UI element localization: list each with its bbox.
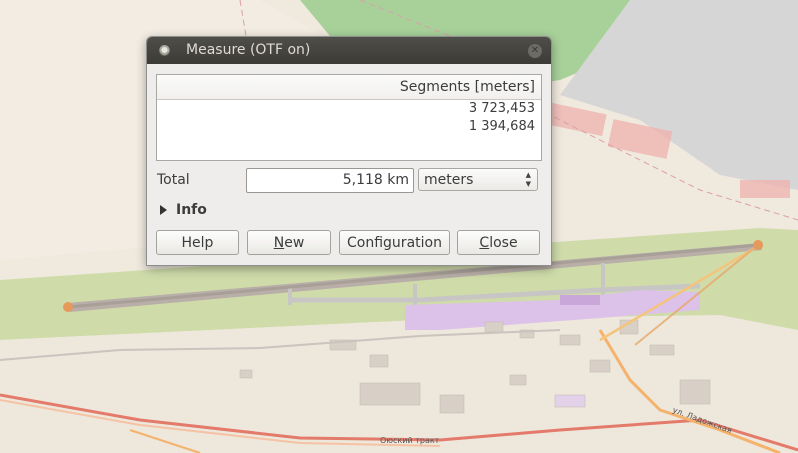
- unit-select-value: meters: [424, 172, 474, 188]
- new-button-label: ew: [284, 235, 305, 251]
- restricted-zone: [740, 180, 790, 198]
- app-icon: [159, 45, 170, 56]
- configuration-button[interactable]: Configuration: [339, 230, 450, 255]
- close-button-label: lose: [489, 235, 518, 251]
- table-row[interactable]: 3 723,453: [157, 100, 541, 118]
- close-button-mnemonic: C: [479, 235, 490, 251]
- new-button[interactable]: New: [247, 230, 331, 255]
- info-toggle[interactable]: Info: [160, 202, 207, 218]
- terminal-building: [560, 295, 600, 305]
- close-button[interactable]: Close: [457, 230, 540, 255]
- close-icon[interactable]: ✕: [528, 44, 542, 58]
- total-label: Total: [157, 172, 190, 188]
- measure-point: [63, 302, 73, 312]
- info-label: Info: [176, 202, 207, 218]
- map-label-road: Оюский тракт: [380, 436, 440, 445]
- spin-arrows-icon: ▲ ▼: [525, 171, 531, 188]
- table-row[interactable]: 1 394,684: [157, 118, 541, 136]
- unit-select[interactable]: meters ▲ ▼: [418, 168, 538, 191]
- new-button-mnemonic: N: [273, 235, 285, 251]
- dialog-titlebar[interactable]: Measure (OTF on) ✕: [147, 37, 551, 64]
- expand-triangle-icon: [160, 205, 167, 215]
- segments-column-header[interactable]: Segments [meters]: [157, 75, 541, 100]
- help-button[interactable]: Help: [156, 230, 239, 255]
- dialog-title: Measure (OTF on): [186, 42, 311, 58]
- configuration-button-label: Configuration: [347, 235, 442, 251]
- total-field[interactable]: 5,118 km: [246, 168, 414, 193]
- measure-point: [753, 240, 763, 250]
- segments-table[interactable]: Segments [meters] 3 723,453 1 394,684: [156, 74, 542, 161]
- help-button-label: Help: [181, 235, 214, 251]
- measure-dialog: Measure (OTF on) ✕ Segments [meters] 3 7…: [146, 36, 552, 266]
